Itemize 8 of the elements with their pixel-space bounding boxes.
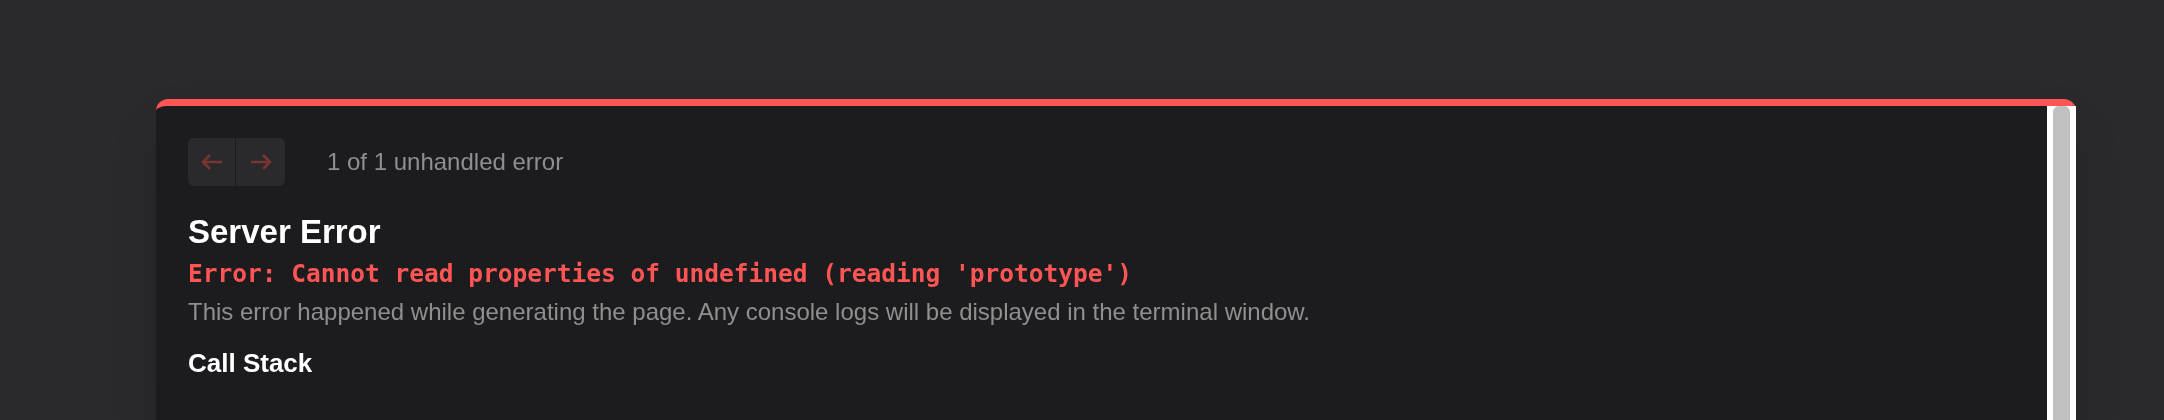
section-heading: Call Stack	[188, 348, 314, 378]
right-arrow-icon	[249, 153, 272, 171]
error-message: Error: Cannot read properties of undefined (reading 'prototype')	[188, 258, 1133, 290]
left-arrow-icon	[200, 153, 223, 171]
error-title: Server Error	[188, 212, 382, 252]
error-description: This error happened while generating the page. Any console logs will be displayed in the terminal window.	[188, 297, 1311, 327]
scrollbar-thumb[interactable]	[2053, 106, 2070, 420]
error-counter: 1 of 1 unhandled error	[327, 147, 564, 177]
